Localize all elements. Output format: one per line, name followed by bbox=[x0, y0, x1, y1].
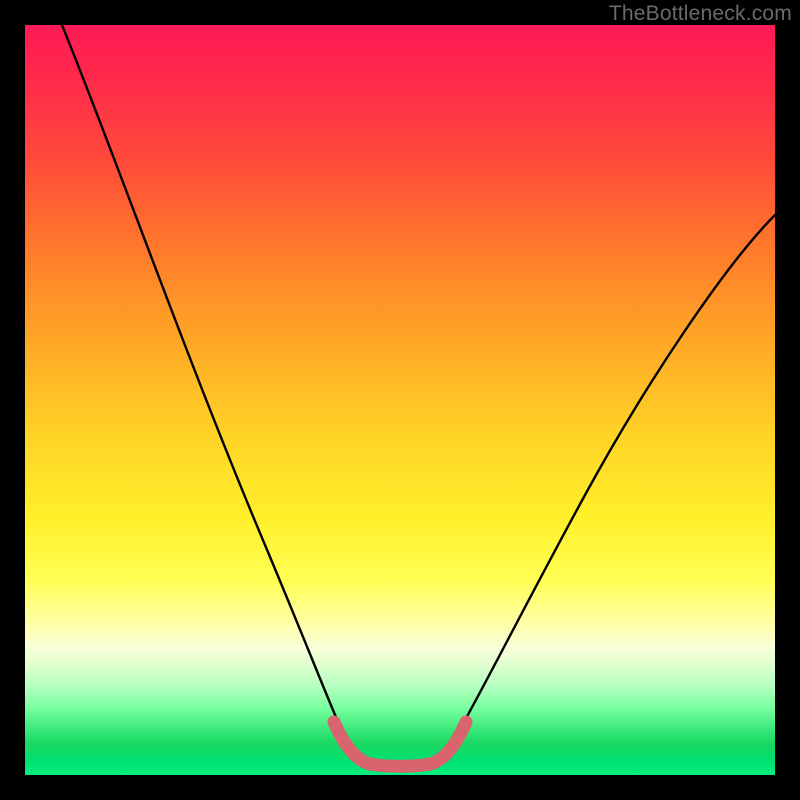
watermark-text: TheBottleneck.com bbox=[609, 2, 792, 26]
curve-path bbox=[62, 25, 775, 765]
chart-frame: TheBottleneck.com bbox=[0, 0, 800, 800]
gradient-plot-area bbox=[25, 25, 775, 775]
bottleneck-curve-svg bbox=[25, 25, 775, 775]
highlight-path bbox=[334, 722, 466, 766]
